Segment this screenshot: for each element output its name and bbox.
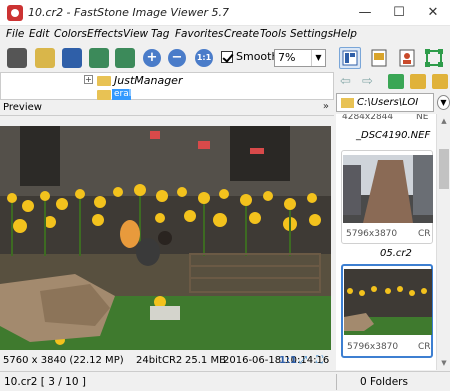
close-button[interactable]: ✕ bbox=[416, 0, 450, 26]
tree-item-selected[interactable]: eral bbox=[112, 89, 131, 100]
save-icon[interactable] bbox=[62, 48, 82, 68]
thumb-size: 4284x2844 bbox=[342, 114, 394, 122]
thumb-filename: _DSC4190.NEF bbox=[356, 130, 431, 141]
zoom-in-icon[interactable]: + bbox=[143, 49, 161, 67]
one-to-one-icon[interactable]: 1:1 bbox=[195, 49, 213, 67]
status-divider bbox=[336, 374, 337, 390]
thumb-type: CR bbox=[418, 229, 431, 239]
fullscreen-small-icon[interactable]: ⛶ bbox=[316, 355, 323, 366]
image-format: CR2 bbox=[162, 355, 183, 366]
thumbnail-card[interactable]: 5796x3870 CR bbox=[341, 150, 433, 244]
fit-window-icon[interactable] bbox=[89, 48, 109, 68]
preview-image bbox=[0, 126, 331, 350]
menu-settings[interactable]: Settings bbox=[290, 28, 333, 40]
folder-icon bbox=[97, 90, 111, 100]
chevron-down-icon: ▼ bbox=[311, 50, 325, 66]
forward-arrow-icon[interactable]: ⇨ bbox=[362, 74, 373, 89]
folder-count: 0 Folders bbox=[360, 376, 408, 388]
thumb-size: 5796x3870 bbox=[346, 229, 398, 239]
up-folder-icon[interactable] bbox=[388, 74, 404, 89]
menu-tag[interactable]: Tag bbox=[151, 28, 169, 40]
maximize-button[interactable]: ☐ bbox=[382, 0, 416, 26]
window-title: 10.cr2 - FastStone Image Viewer 5.7 bbox=[28, 6, 229, 19]
portrait-view-icon[interactable] bbox=[396, 47, 418, 69]
menu-effects[interactable]: Effects bbox=[87, 28, 123, 40]
ratio-badge[interactable]: 1:1 bbox=[279, 355, 297, 366]
tree-item-justmanager[interactable]: JustManager bbox=[114, 74, 182, 87]
folder-tree[interactable]: + JustManager eral bbox=[0, 72, 334, 100]
browser-layout-icon[interactable] bbox=[339, 47, 361, 69]
smooth-label: Smooth bbox=[236, 50, 279, 63]
folder-icon bbox=[341, 98, 354, 108]
image-file-size: 25.1 MB bbox=[185, 355, 226, 366]
menu-edit[interactable]: Edit bbox=[29, 28, 49, 40]
scroll-up-icon[interactable]: ▲ bbox=[437, 114, 450, 128]
zoom-dropdown[interactable]: 7% ▼ bbox=[274, 49, 326, 67]
thumb-size: 5796x3870 bbox=[347, 342, 399, 352]
camera-icon[interactable] bbox=[7, 48, 27, 68]
menu-bar: File Edit Colors Effects View Tag Favori… bbox=[0, 26, 450, 44]
scroll-thumb[interactable] bbox=[439, 149, 449, 189]
new-folder-icon[interactable] bbox=[432, 74, 448, 89]
collapse-chevron-icon[interactable]: » bbox=[323, 101, 329, 112]
app-logo-icon bbox=[7, 5, 23, 21]
zoom-value: 7% bbox=[278, 51, 296, 64]
scroll-down-icon[interactable]: ▼ bbox=[437, 356, 450, 370]
path-input[interactable]: C:\Users\LOI bbox=[336, 93, 434, 112]
status-bar: 10.cr2 [ 3 / 10 ] 0 Folders bbox=[0, 371, 450, 391]
menu-tools[interactable]: Tools bbox=[260, 28, 286, 40]
path-value: C:\Users\LOI bbox=[357, 97, 419, 108]
menu-file[interactable]: File bbox=[6, 28, 24, 40]
preview-layout-icon[interactable] bbox=[368, 47, 390, 69]
image-bit-depth: 24bit bbox=[136, 355, 162, 366]
thumb-filename: 05.cr2 bbox=[380, 248, 412, 259]
open-folder-icon[interactable] bbox=[35, 48, 55, 68]
navigation-bar: ⇦ ⇨ bbox=[336, 72, 450, 92]
title-bar: 10.cr2 - FastStone Image Viewer 5.7 — ☐ … bbox=[0, 0, 450, 26]
menu-help[interactable]: Help bbox=[333, 28, 357, 40]
favorite-folder-icon[interactable] bbox=[410, 74, 426, 89]
preview-label: Preview bbox=[3, 102, 42, 113]
image-info-bar: 5760 x 3840 (22.12 MP) 24bit CR2 25.1 MB… bbox=[0, 352, 334, 370]
actual-size-icon[interactable] bbox=[115, 48, 135, 68]
smooth-checkbox[interactable] bbox=[221, 51, 233, 63]
thumb-type: CR bbox=[418, 342, 431, 352]
file-position: 10.cr2 [ 3 / 10 ] bbox=[4, 376, 86, 388]
menu-colors[interactable]: Colors bbox=[54, 28, 87, 40]
menu-view[interactable]: View bbox=[123, 28, 148, 40]
zoom-out-icon[interactable]: − bbox=[168, 49, 186, 67]
menu-create[interactable]: Create bbox=[224, 28, 259, 40]
thumbnail-scrollbar[interactable]: ▲ ▼ bbox=[436, 114, 450, 370]
fit-screen-icon[interactable]: ⤢ bbox=[299, 355, 307, 366]
back-arrow-icon[interactable]: ⇦ bbox=[340, 74, 351, 89]
folder-icon bbox=[97, 76, 111, 86]
tree-expander-icon[interactable]: + bbox=[84, 75, 93, 84]
image-datetime: 2016-06-18 10:14:16 bbox=[223, 355, 330, 366]
thumb-type: NE bbox=[416, 114, 429, 122]
path-dropdown-icon[interactable]: ▼ bbox=[437, 95, 450, 110]
preview-header: Preview » bbox=[0, 101, 334, 116]
fullscreen-icon[interactable] bbox=[423, 47, 445, 69]
thumbnail-pane[interactable]: 4284x2844 NE _DSC4190.NEF 5796x3870 CR 0… bbox=[336, 114, 450, 370]
path-bar: C:\Users\LOI ▼ bbox=[336, 93, 450, 113]
image-dimensions: 5760 x 3840 (22.12 MP) bbox=[3, 355, 124, 366]
minimize-button[interactable]: — bbox=[348, 0, 382, 26]
menu-favorites[interactable]: Favorites bbox=[175, 28, 223, 40]
thumbnail-card-selected[interactable]: 5796x3870 CR bbox=[341, 264, 433, 358]
